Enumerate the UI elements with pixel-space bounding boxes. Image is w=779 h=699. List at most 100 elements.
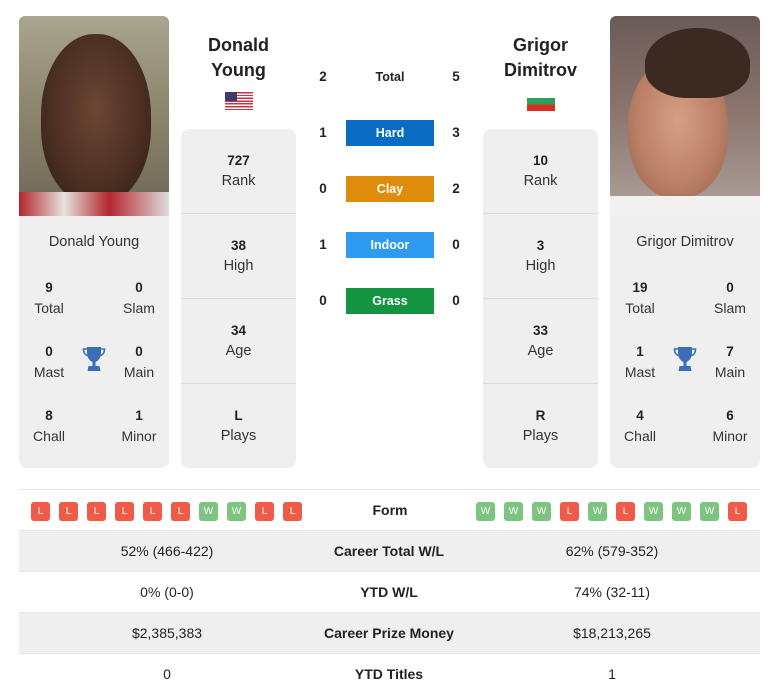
form-badges-left: LLLLLLWWLL <box>31 502 302 521</box>
form-loss-badge[interactable]: L <box>255 502 274 521</box>
form-win-badge[interactable]: W <box>504 502 523 521</box>
value: 1 <box>636 344 644 359</box>
player-heading-right[interactable]: Grigor Dimitrov <box>483 33 598 83</box>
hair-shape <box>645 28 750 98</box>
last-name: Young <box>211 60 266 80</box>
age-cell: 33 Age <box>483 299 598 384</box>
player-photo-left[interactable] <box>19 16 169 216</box>
form-win-badge[interactable]: W <box>476 502 495 521</box>
row-label: YTD Titles <box>354 666 424 682</box>
high-value: 38 <box>230 238 247 253</box>
h2h-total-row: 2 Total 5 <box>300 64 480 92</box>
shirt-shape <box>610 196 760 216</box>
rank-label: Rank <box>221 173 256 189</box>
surface-label: Total <box>375 70 405 84</box>
surface-hard-button[interactable]: Hard <box>346 120 434 146</box>
right-count: 3 <box>452 125 460 140</box>
value: 4 <box>636 408 644 423</box>
value: 0 <box>135 344 143 359</box>
titles-total: 9 Total <box>19 278 79 318</box>
first-name: Donald <box>208 35 269 55</box>
player-heading-left[interactable]: Donald Young <box>181 33 296 83</box>
titles-chall: 4 Chall <box>610 406 670 446</box>
surface-grass-button[interactable]: Grass <box>346 288 434 314</box>
comparison-row: 0 YTD Titles 1 <box>19 653 760 694</box>
value: 6 <box>726 408 734 423</box>
last-name: Dimitrov <box>503 60 577 80</box>
label: Chall <box>624 428 656 444</box>
form-win-badge[interactable]: W <box>644 502 663 521</box>
label: Main <box>714 364 746 380</box>
form-loss-badge[interactable]: L <box>171 502 190 521</box>
high-cell: 38 High <box>181 214 296 299</box>
value: 0 <box>135 280 143 295</box>
player-photo-right[interactable] <box>610 16 760 216</box>
form-loss-badge[interactable]: L <box>87 502 106 521</box>
form-loss-badge[interactable]: L <box>59 502 78 521</box>
player-stats-right: 10 Rank 3 High 33 Age R Plays <box>483 129 598 468</box>
form-row: LLLLLLWWLL Form WWWLWLWWWL <box>19 489 760 530</box>
titles-main: 0 Main <box>109 342 169 382</box>
label: Main <box>123 364 155 380</box>
age-cell: 34 Age <box>181 299 296 384</box>
form-loss-badge[interactable]: L <box>115 502 134 521</box>
left-count: 0 <box>319 181 327 196</box>
right-value: 74% (32-11) <box>573 584 650 600</box>
surface-indoor-button[interactable]: Indoor <box>346 232 434 258</box>
plays-cell: L Plays <box>181 384 296 469</box>
form-win-badge[interactable]: W <box>672 502 691 521</box>
right-count: 2 <box>452 181 460 196</box>
plays-value: R <box>535 408 546 423</box>
form-win-badge[interactable]: W <box>227 502 246 521</box>
plays-label: Plays <box>522 428 559 444</box>
plays-cell: R Plays <box>483 384 598 469</box>
form-win-badge[interactable]: W <box>700 502 719 521</box>
shirt-shape <box>19 192 169 216</box>
label: Minor <box>121 428 157 444</box>
player-name-left[interactable]: Donald Young <box>19 234 169 250</box>
face-shape <box>41 34 151 204</box>
rank-cell: 10 Rank <box>483 129 598 214</box>
titles-main: 7 Main <box>700 342 760 382</box>
form-label: Form <box>372 502 408 518</box>
titles-minor: 6 Minor <box>700 406 760 446</box>
left-count: 1 <box>319 237 327 252</box>
plays-label: Plays <box>220 428 257 444</box>
high-cell: 3 High <box>483 214 598 299</box>
form-loss-badge[interactable]: L <box>283 502 302 521</box>
form-badges-right: WWWLWLWWWL <box>476 502 747 521</box>
value: 19 <box>632 280 648 295</box>
right-value: 62% (579-352) <box>565 543 659 559</box>
form-loss-badge[interactable]: L <box>143 502 162 521</box>
player-name-right[interactable]: Grigor Dimitrov <box>610 234 760 250</box>
label: Mast <box>33 364 65 380</box>
age-value: 33 <box>532 323 549 338</box>
titles-chall: 8 Chall <box>19 406 79 446</box>
right-value: 1 <box>608 666 616 682</box>
surface-clay-button[interactable]: Clay <box>346 176 434 202</box>
form-loss-badge[interactable]: L <box>616 502 635 521</box>
form-loss-badge[interactable]: L <box>560 502 579 521</box>
age-label: Age <box>527 343 554 359</box>
label: Mast <box>624 364 656 380</box>
titles-minor: 1 Minor <box>109 406 169 446</box>
first-name: Grigor <box>512 35 568 55</box>
right-value: $18,213,265 <box>573 625 651 641</box>
right-count: 5 <box>452 69 460 84</box>
form-win-badge[interactable]: W <box>588 502 607 521</box>
label: Slam <box>123 300 155 316</box>
form-loss-badge[interactable]: L <box>31 502 50 521</box>
value: 9 <box>45 280 53 295</box>
form-win-badge[interactable]: W <box>532 502 551 521</box>
label: Slam <box>714 300 746 316</box>
rank-label: Rank <box>523 173 558 189</box>
comparison-row: $2,385,383 Career Prize Money $18,213,26… <box>19 612 760 653</box>
label: Minor <box>712 428 748 444</box>
form-loss-badge[interactable]: L <box>728 502 747 521</box>
titles-card-left: Donald Young 9 Total 0 Slam 0 Mast 0 Main 8 C… <box>19 216 169 468</box>
rank-value: 727 <box>227 153 250 168</box>
value: 1 <box>135 408 143 423</box>
form-win-badge[interactable]: W <box>199 502 218 521</box>
trophy-icon <box>673 347 697 371</box>
left-value: 0 <box>163 666 171 682</box>
